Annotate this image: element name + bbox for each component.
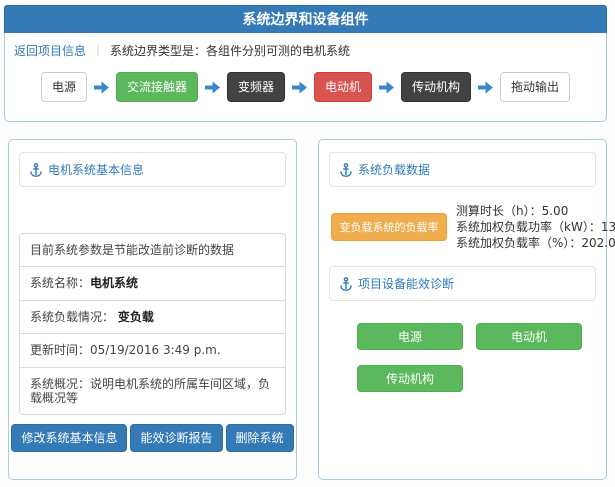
load-condition-label: 系统负载情况： bbox=[30, 310, 118, 324]
system-load-panel: 系统负载数据 变负载系统的负载率 测算时长（h）：5.00 系统加权负载功率（k… bbox=[318, 139, 607, 480]
diagnose-motor-button[interactable]: 电动机 bbox=[476, 323, 582, 350]
breadcrumb-separator: ｜ bbox=[92, 42, 104, 59]
info-row-load-condition: 系统负载情况： 变负载 bbox=[20, 300, 285, 333]
arrow-right-icon bbox=[94, 81, 109, 94]
anchor-icon bbox=[340, 163, 352, 177]
stat-duration: 测算时长（h）：5.00 bbox=[456, 203, 615, 219]
motor-system-info-header: 电机系统基本信息 bbox=[19, 152, 286, 187]
stat-weighted-load-rate: 系统加权负载率（%）：202.00 bbox=[456, 235, 615, 251]
page-title: 系统边界和设备组件 bbox=[4, 5, 607, 33]
flow-node-ac-contactor[interactable]: 交流接触器 bbox=[116, 72, 198, 102]
info-row-note: 目前系统参数是节能改造前诊断的数据 bbox=[20, 234, 285, 266]
load-stats: 测算时长（h）：5.00 系统加权负载功率（kW）：136.00 系统加权负载率… bbox=[456, 203, 615, 251]
system-load-header: 系统负载数据 bbox=[329, 152, 596, 187]
anchor-icon bbox=[340, 277, 352, 291]
stat-weighted-power: 系统加权负载功率（kW）：136.00 bbox=[456, 219, 615, 235]
component-flow-diagram: 电源 交流接触器 变频器 电动机 传动机构 拖动输出 bbox=[5, 72, 606, 102]
system-boundary-body: 返回项目信息 ｜ 系统边界类型是：各组件分别可测的电机系统 电源 交流接触器 变… bbox=[4, 33, 607, 122]
system-name-label: 系统名称： bbox=[30, 276, 90, 290]
edit-system-info-button[interactable]: 修改系统基本信息 bbox=[11, 424, 127, 452]
section-title: 项目设备能效诊断 bbox=[358, 275, 454, 292]
arrow-right-icon bbox=[379, 81, 394, 94]
efficiency-report-button[interactable]: 能效诊断报告 bbox=[130, 424, 222, 452]
arrow-right-icon bbox=[292, 81, 307, 94]
equipment-diagnosis-header: 项目设备能效诊断 bbox=[329, 266, 596, 301]
load-rate-section: 变负载系统的负载率 测算时长（h）：5.00 系统加权负载功率（kW）：136.… bbox=[331, 203, 598, 251]
delete-system-button[interactable]: 删除系统 bbox=[226, 424, 294, 452]
system-info-list: 目前系统参数是节能改造前诊断的数据 系统名称：电机系统 系统负载情况： 变负载 … bbox=[19, 233, 286, 415]
info-row-updated-time: 更新时间：05/19/2016 3:49 p.m. bbox=[20, 333, 285, 366]
diagnose-power-supply-button[interactable]: 电源 bbox=[357, 323, 463, 350]
diagnosis-buttons: 电源 电动机 传动机构 bbox=[357, 323, 589, 392]
system-actions: 修改系统基本信息 能效诊断报告 删除系统 bbox=[9, 424, 296, 452]
breadcrumb: 返回项目信息 ｜ 系统边界类型是：各组件分别可测的电机系统 bbox=[5, 33, 606, 59]
back-to-project-link[interactable]: 返回项目信息 bbox=[14, 42, 86, 59]
load-condition-value: 变负载 bbox=[118, 310, 154, 324]
system-boundary-card: 系统边界和设备组件 返回项目信息 ｜ 系统边界类型是：各组件分别可测的电机系统 … bbox=[4, 5, 607, 122]
flow-node-power-supply: 电源 bbox=[41, 72, 87, 102]
flow-node-motor[interactable]: 电动机 bbox=[314, 72, 372, 102]
info-row-system-name: 系统名称：电机系统 bbox=[20, 266, 285, 299]
arrow-right-icon bbox=[478, 81, 493, 94]
motor-system-info-panel: 电机系统基本信息 目前系统参数是节能改造前诊断的数据 系统名称：电机系统 系统负… bbox=[8, 139, 297, 480]
flow-node-transmission[interactable]: 传动机构 bbox=[401, 72, 471, 102]
diagnose-transmission-button[interactable]: 传动机构 bbox=[357, 365, 463, 392]
section-title: 系统负载数据 bbox=[358, 161, 430, 178]
flow-node-inverter[interactable]: 变频器 bbox=[227, 72, 285, 102]
flow-node-drag-output: 拖动输出 bbox=[500, 72, 570, 102]
boundary-type-text: 系统边界类型是：各组件分别可测的电机系统 bbox=[110, 42, 350, 59]
variable-load-rate-button[interactable]: 变负载系统的负载率 bbox=[331, 213, 447, 241]
section-title: 电机系统基本信息 bbox=[48, 161, 144, 178]
info-row-overview: 系统概况：说明电机系统的所属车间区域，负载概况等 bbox=[20, 367, 285, 415]
arrow-right-icon bbox=[205, 81, 220, 94]
system-name-value: 电机系统 bbox=[90, 276, 138, 290]
anchor-icon bbox=[30, 163, 42, 177]
